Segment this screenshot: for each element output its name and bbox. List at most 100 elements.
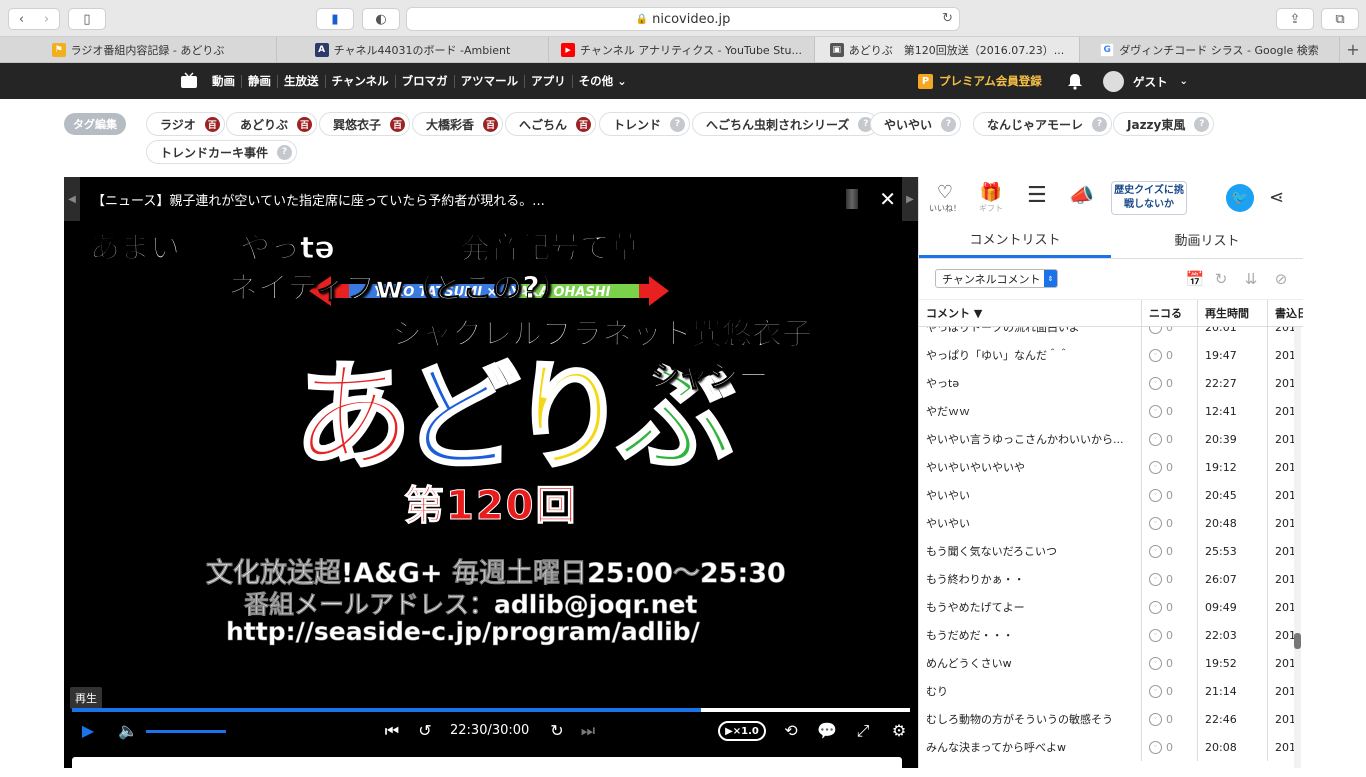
nicoru-icon[interactable]: ᵕ xyxy=(1149,376,1162,390)
browser-tab[interactable]: ▶ チャンネル アナリティクス - YouTube Stu... xyxy=(549,37,815,62)
nicoru-cell[interactable]: ᵕ0 xyxy=(1142,397,1198,425)
refresh-icon[interactable]: ↻ xyxy=(1211,269,1231,289)
seek-bar[interactable] xyxy=(72,708,910,712)
nicoru-cell[interactable]: ᵕ0 xyxy=(1142,481,1198,509)
tag-item[interactable]: へごちん虫刺されシリーズ? xyxy=(692,112,879,136)
comment-row[interactable]: もうだめだ・・・ ᵕ 0 22:03 201 xyxy=(919,621,1303,649)
tag-item[interactable]: 巽悠衣子百 xyxy=(319,112,411,136)
skip-end-icon[interactable]: ⏭ xyxy=(578,721,598,741)
tag-item[interactable]: トレンドカーキ事件? xyxy=(146,140,298,164)
tab-comment-list[interactable]: コメントリスト xyxy=(919,221,1111,258)
nicoru-icon[interactable]: ᵕ xyxy=(1149,740,1162,754)
add-mylist-button[interactable]: ☰ xyxy=(1027,185,1047,207)
comment-input-bar[interactable] xyxy=(72,757,902,777)
volume-slider[interactable] xyxy=(146,730,226,733)
dictionary-icon[interactable]: 百 xyxy=(204,116,220,132)
tag-edit-button[interactable]: タグ編集 xyxy=(64,113,126,135)
privacy-button[interactable]: ◐ xyxy=(362,8,400,30)
comment-row[interactable]: やいやい ᵕ 0 20:48 201 xyxy=(919,509,1303,537)
nicoru-icon[interactable]: ᵕ xyxy=(1149,628,1162,642)
calendar-icon[interactable]: 📅 xyxy=(1185,269,1205,289)
menu-item-douga[interactable]: 動画 xyxy=(206,74,241,88)
menu-item-atsumaru[interactable]: アツマール xyxy=(453,74,525,88)
share-button[interactable]: ⇪ xyxy=(1276,8,1314,30)
comment-row[interactable]: やっぱりトークの流れ面白いよᵕ020:01201 xyxy=(919,327,1303,341)
comment-row[interactable]: むしろ動物の方がそういうの敏感そう ᵕ 0 22:46 201 xyxy=(919,705,1303,733)
address-bar[interactable]: 🔒 nicovideo.jp ↻ xyxy=(406,7,960,31)
fullscreen-icon[interactable]: ⤢ xyxy=(852,721,874,741)
col-nicoru[interactable]: ニコる xyxy=(1142,300,1198,326)
twitter-icon[interactable]: 🐦 xyxy=(1226,184,1254,212)
menu-item-channel[interactable]: チャンネル xyxy=(324,74,395,88)
nicoru-icon[interactable]: ᵕ xyxy=(1149,712,1162,726)
col-vpos[interactable]: 再生時間 xyxy=(1198,300,1268,326)
share-icon[interactable]: ⋖ xyxy=(1269,187,1284,208)
tag-item[interactable]: なんじゃアモーレ? xyxy=(973,112,1113,136)
advertise-button[interactable]: 📣 xyxy=(1069,185,1094,205)
dictionary-missing-icon[interactable]: ? xyxy=(1194,116,1210,132)
dictionary-missing-icon[interactable]: ? xyxy=(941,116,957,132)
next-news-button[interactable]: ▶ xyxy=(902,177,918,221)
nicoru-cell[interactable]: ᵕ0 xyxy=(1142,509,1198,537)
dictionary-missing-icon[interactable]: ? xyxy=(1092,116,1108,132)
drag-handle-icon[interactable] xyxy=(846,189,858,209)
nicoru-cell[interactable]: ᵕ0 xyxy=(1142,621,1198,649)
close-icon[interactable]: ✕ xyxy=(879,187,896,211)
nicoru-icon[interactable]: ᵕ xyxy=(1149,348,1162,362)
comment-row[interactable]: もうやめたげてよー ᵕ 0 09:49 201 xyxy=(919,593,1303,621)
nicoru-icon[interactable]: ᵕ xyxy=(1149,488,1162,502)
nicoru-icon[interactable]: ᵕ xyxy=(1149,516,1162,530)
comment-row[interactable]: やだｗｗ ᵕ 0 12:41 201 xyxy=(919,397,1303,425)
nicoru-icon[interactable]: ᵕ xyxy=(1149,572,1162,586)
dictionary-icon[interactable]: 百 xyxy=(483,116,499,132)
dictionary-icon[interactable]: 百 xyxy=(390,116,406,132)
tab-video-list[interactable]: 動画リスト xyxy=(1111,221,1303,258)
bell-icon[interactable] xyxy=(1066,72,1084,90)
tag-item[interactable]: トレンド? xyxy=(599,112,691,136)
news-text[interactable]: 【ニュース】親子連れが空いていた指定席に座っていたら予約者が現れる。... xyxy=(92,190,545,209)
scrollbar-thumb[interactable] xyxy=(1294,633,1301,649)
browser-tab[interactable]: ⚑ ラジオ番組内容記録 - あどりぶ xyxy=(0,37,277,62)
nicoru-icon[interactable]: ᵕ xyxy=(1149,544,1162,558)
tab-overview-button[interactable]: ⧉ xyxy=(1321,8,1359,30)
nicoru-icon[interactable]: ᵕ xyxy=(1149,600,1162,614)
dictionary-icon[interactable]: 百 xyxy=(576,116,592,132)
comment-filter-select[interactable]: チャンネルコメント ⇕ xyxy=(935,269,1058,288)
tag-item[interactable]: 大橋彩香百 xyxy=(412,112,504,136)
menu-item-seiga[interactable]: 静画 xyxy=(241,74,277,88)
comment-toggle-icon[interactable]: 💬 xyxy=(816,721,838,740)
comment-row[interactable]: みんな決まってから呼べよw ᵕ 0 20:08 201 xyxy=(919,733,1303,761)
comment-row[interactable]: もう終わりかぁ・・ ᵕ 0 26:07 201 xyxy=(919,565,1303,593)
menu-item-more[interactable]: その他 ⌄ xyxy=(571,74,633,88)
autoscroll-icon[interactable]: ⇊ xyxy=(1241,269,1261,289)
dictionary-missing-icon[interactable]: ? xyxy=(670,116,686,132)
menu-item-blomaga[interactable]: ブロマガ xyxy=(394,74,454,88)
comment-row[interactable]: やいやいやいやいや ᵕ 0 19:12 201 xyxy=(919,453,1303,481)
comment-row[interactable]: やいやい ᵕ 0 20:45 201 xyxy=(919,481,1303,509)
forward-icon[interactable]: › xyxy=(44,12,49,27)
comment-row[interactable]: やいやい言うゆっこさんかわいいから... ᵕ 0 20:39 201 xyxy=(919,425,1303,453)
comment-row[interactable]: やっtə ᵕ 0 22:27 201 xyxy=(919,369,1303,397)
nicoru-cell[interactable]: ᵕ0 xyxy=(1142,537,1198,565)
nicoru-cell[interactable]: ᵕ0 xyxy=(1142,593,1198,621)
tag-item[interactable]: ラジオ百 xyxy=(146,112,225,136)
comment-scrollbar[interactable] xyxy=(1294,327,1301,768)
like-button[interactable]: ♡ いいね！ xyxy=(929,183,961,214)
tag-item[interactable]: へごちん百 xyxy=(505,112,597,136)
quiz-banner[interactable]: 歴史クイズに挑戦しないか xyxy=(1111,181,1187,215)
nicoru-cell[interactable]: ᵕ0 xyxy=(1142,341,1198,369)
tag-item[interactable]: やいやい? xyxy=(870,112,962,136)
comment-row[interactable]: やっぱり「ゆい」なんだ＾＾ ᵕ 0 19:47 201 xyxy=(919,341,1303,369)
back-forward-buttons[interactable]: ‹ › xyxy=(8,8,60,30)
loop-icon[interactable]: ⟲ xyxy=(780,721,802,740)
playback-speed-button[interactable]: ▶×1.0 xyxy=(718,721,766,741)
comment-row[interactable]: もう聞く気ないだろこいつ ᵕ 0 25:53 201 xyxy=(919,537,1303,565)
nicoru-cell[interactable]: ᵕ0 xyxy=(1142,327,1198,341)
nicoru-cell[interactable]: ᵕ0 xyxy=(1142,677,1198,705)
nicoru-icon[interactable]: ᵕ xyxy=(1149,460,1162,474)
volume-icon[interactable]: 🔈 xyxy=(118,721,138,740)
nicoru-icon[interactable]: ᵕ xyxy=(1149,404,1162,418)
nicoru-cell[interactable]: ᵕ0 xyxy=(1142,705,1198,733)
nicoru-icon[interactable]: ᵕ xyxy=(1149,432,1162,446)
nicoru-icon[interactable]: ᵕ xyxy=(1149,327,1162,334)
